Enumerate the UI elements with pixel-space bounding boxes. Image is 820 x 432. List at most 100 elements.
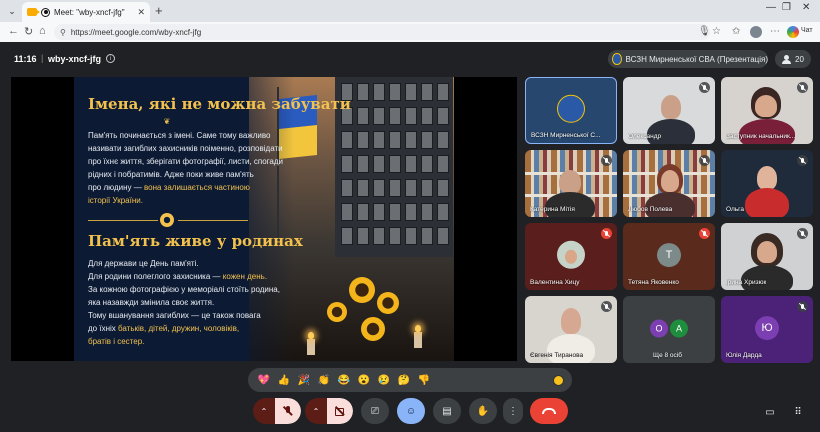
emoji-button[interactable]: ☺ — [397, 398, 425, 424]
home-icon[interactable]: ⌂ — [39, 25, 46, 37]
memorial-portrait — [373, 227, 385, 245]
meeting-info-icon[interactable]: i — [106, 54, 115, 63]
reaction-clap-icon[interactable]: 👏 — [316, 375, 332, 386]
url-input[interactable]: ⚲ https://meet.google.com/wby-xncf-jfg — [54, 24, 710, 40]
audio-options-chevron-icon[interactable]: ⌃ — [253, 398, 275, 424]
presenter-indicator[interactable]: ВСЗН Мирненської СВА (Презентація) — [608, 50, 768, 68]
participant-name: Юлія Дарда — [726, 352, 762, 359]
memorial-portrait — [437, 83, 449, 101]
more-horiz-icon[interactable]: ⋯ — [770, 26, 780, 37]
memorial-portrait — [437, 107, 449, 125]
ornament-icon: ❦ — [163, 117, 171, 126]
divider — [88, 220, 158, 221]
participant-tile[interactable]: Катерина Мітiя — [525, 150, 617, 217]
memorial-portrait — [437, 227, 449, 245]
maximize-window-icon[interactable]: ❐ — [782, 2, 791, 13]
favorites-icon[interactable]: ✩ — [732, 26, 740, 37]
mic-off-icon — [797, 82, 808, 93]
reaction-laugh-icon[interactable]: 😂 — [336, 375, 352, 386]
memorial-portrait — [421, 131, 433, 149]
sun-emblem-icon — [160, 213, 174, 227]
bookmark-star-icon[interactable]: ☆ — [712, 26, 721, 37]
captions-button[interactable]: ▤ — [433, 398, 461, 424]
activities-button[interactable]: ⠿ — [788, 402, 808, 422]
meeting-time: 11:16 — [14, 54, 37, 64]
tab-title: Meet: "wby-xncf-jfg" — [54, 7, 125, 17]
tab-close-icon[interactable]: ✕ — [137, 7, 145, 18]
mic-search-icon[interactable]: 🎙 — [698, 26, 711, 37]
participant-tile[interactable]: ВСЗН Мирненської С... — [525, 77, 617, 144]
participant-tile[interactable]: Олександр — [623, 77, 715, 144]
meeting-code: wby-xncf-jfg — [48, 54, 101, 64]
browser-chat-label[interactable]: Чат — [801, 27, 813, 34]
copilot-icon[interactable] — [787, 26, 799, 38]
mic-toggle-button[interactable] — [275, 398, 301, 424]
raise-hand-icon: ✋ — [476, 405, 490, 417]
reload-icon[interactable]: ↻ — [24, 25, 33, 38]
memorial-portrait — [373, 179, 385, 197]
participant-tile[interactable]: Ольга — [721, 150, 813, 217]
reaction-surprised-icon[interactable]: 😮 — [356, 375, 372, 386]
raise-hand-button[interactable]: ✋ — [469, 398, 497, 424]
mic-off-icon — [601, 301, 612, 312]
memorial-portrait — [341, 179, 353, 197]
close-window-icon[interactable]: ✕ — [802, 2, 810, 13]
reaction-thumbs-down-icon[interactable]: 👎 — [416, 375, 432, 386]
participant-tile[interactable]: Ю Юлія Дарда — [721, 296, 813, 363]
mic-off-icon — [699, 82, 710, 93]
reaction-heart-icon[interactable]: 💖 — [256, 375, 272, 386]
site-info-icon[interactable]: ⚲ — [60, 28, 66, 37]
slide-heading-1: Імена, які не можна забувати — [88, 95, 351, 113]
participant-tile[interactable]: Євгенія Тиранова — [525, 296, 617, 363]
memorial-portrait — [405, 131, 417, 149]
sunflower — [377, 292, 399, 314]
participant-tile[interactable]: Любов Полева — [623, 150, 715, 217]
present-screen-button[interactable]: ⎚ — [361, 398, 389, 424]
tab-list-chevron-icon[interactable]: ⌄ — [5, 4, 19, 18]
presentation-slide: Імена, які не можна забувати ❦ Пам'ять п… — [74, 77, 454, 361]
participant-name: Ірина Хризюк — [726, 279, 767, 286]
profile-avatar-icon[interactable] — [750, 26, 762, 38]
more-options-button[interactable]: ⋮ — [503, 398, 523, 424]
participant-tile[interactable]: Т Тетяна Яковенко — [623, 223, 715, 290]
reaction-sad-icon[interactable]: 😢 — [376, 375, 392, 386]
browser-tab-meet[interactable]: Meet: "wby-xncf-jfg" ✕ — [22, 2, 150, 22]
slide-text-line: Пам'ять починається з імені. Саме тому в… — [88, 131, 271, 140]
video-options-chevron-icon[interactable]: ⌃ — [305, 398, 327, 424]
reaction-thinking-icon[interactable]: 🤔 — [396, 375, 412, 386]
participant-avatar: Т — [657, 242, 681, 267]
people-icon — [782, 54, 792, 64]
participant-tile[interactable]: Валентина Хицу — [525, 223, 617, 290]
slide-text-line: братів і сестер. — [88, 337, 145, 346]
memorial-portrait — [437, 203, 449, 221]
skin-tone-picker[interactable] — [553, 374, 564, 386]
participants-button[interactable]: 20 — [775, 50, 811, 68]
participant-tile[interactable]: О А Ще 8 осіб — [623, 296, 715, 363]
memorial-portrait — [389, 203, 401, 221]
chat-button[interactable]: ▭ — [760, 402, 780, 422]
tab-strip: ⌄ Meet: "wby-xncf-jfg" ✕ + — ❐ ✕ — [0, 0, 820, 22]
camera-toggle-button[interactable] — [327, 398, 353, 424]
memorial-portrait — [405, 203, 417, 221]
memorial-portrait — [389, 155, 401, 173]
camera-off-icon — [335, 406, 345, 416]
memorial-portrait — [421, 227, 433, 245]
divider — [178, 220, 248, 221]
memorial-portrait — [405, 107, 417, 125]
memorial-portrait — [373, 131, 385, 149]
participant-tile[interactable]: Заступник начальник... — [721, 77, 813, 144]
captions-icon: ▤ — [442, 405, 452, 417]
minimize-window-icon[interactable]: — — [766, 2, 776, 13]
memorial-portrait — [373, 203, 385, 221]
memorial-portrait — [357, 203, 369, 221]
participant-tile[interactable]: Ірина Хризюк — [721, 223, 813, 290]
emoji-icon: ☺ — [405, 405, 417, 417]
participant-avatar: О — [650, 319, 668, 338]
back-arrow-icon[interactable]: ← — [8, 25, 19, 37]
reaction-party-icon[interactable]: 🎉 — [296, 375, 312, 386]
memorial-portrait — [437, 131, 449, 149]
memorial-portrait — [405, 179, 417, 197]
new-tab-plus-icon[interactable]: + — [155, 3, 163, 18]
reaction-thumbs-up-icon[interactable]: 👍 — [276, 375, 292, 386]
leave-call-button[interactable] — [530, 398, 568, 424]
